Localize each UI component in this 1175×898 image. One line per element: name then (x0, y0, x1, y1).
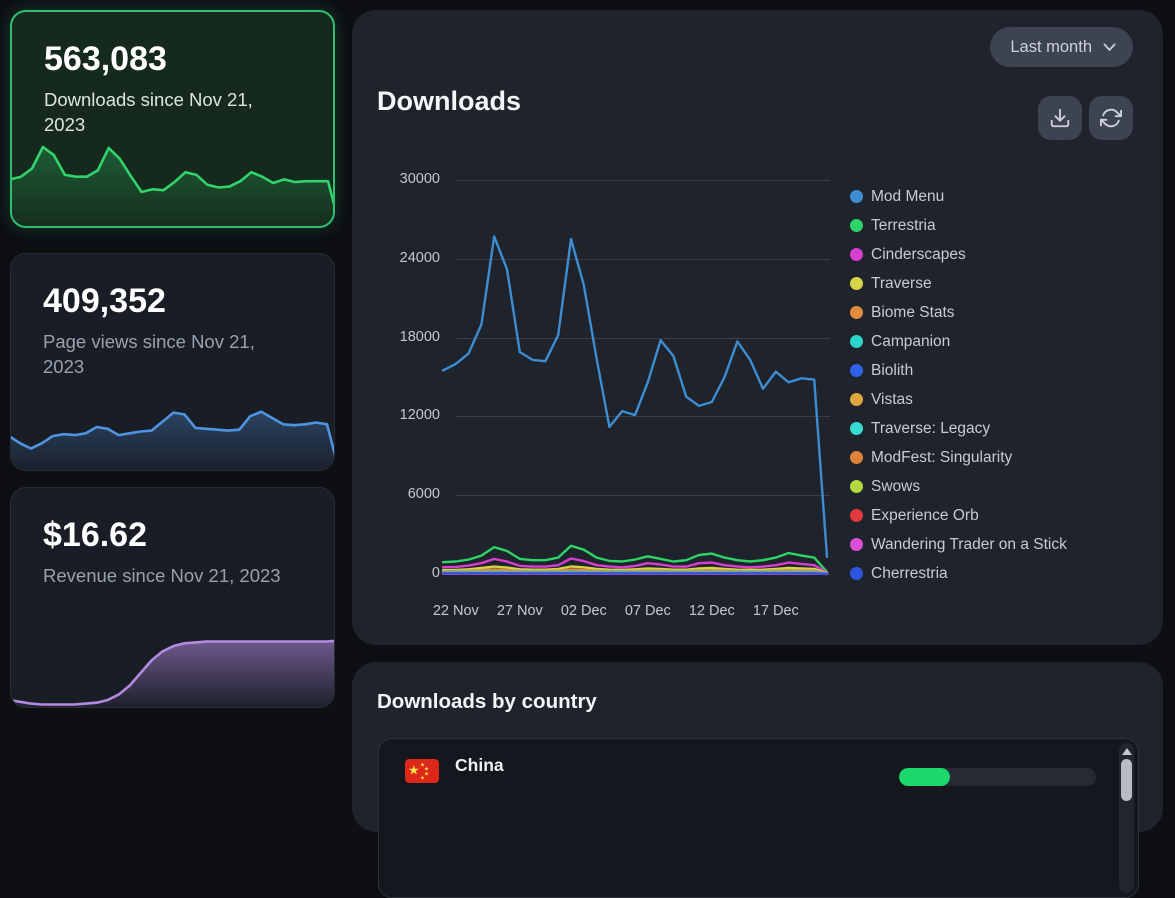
legend-dot-icon (850, 538, 863, 551)
legend-item[interactable]: Cinderscapes (850, 240, 1067, 269)
legend-label: Experience Orb (871, 507, 979, 525)
chart-legend: Mod Menu Terrestria Cinderscapes Traverse Bi… (850, 182, 1067, 588)
legend-item[interactable]: ModFest: Singularity (850, 443, 1067, 472)
svg-text:★: ★ (420, 775, 425, 782)
stat-card-revenue[interactable]: $16.62 Revenue since Nov 21, 2023 (10, 487, 335, 708)
series-line (443, 237, 827, 557)
page-views-total-label: Page views since Nov 21, 2023 (43, 329, 300, 379)
up-arrow-icon[interactable] (1122, 748, 1132, 755)
legend-dot-icon (850, 277, 863, 290)
y-axis-label: 24000 (366, 250, 440, 266)
legend-dot-icon (850, 422, 863, 435)
scrollbar[interactable] (1119, 743, 1134, 893)
series-line (443, 573, 827, 574)
legend-label: Terrestria (871, 217, 936, 235)
legend-label: Mod Menu (871, 188, 944, 206)
page-views-total: 409,352 (43, 282, 334, 321)
downloads-total-label: Downloads since Nov 21, 2023 (44, 87, 299, 137)
chevron-down-icon (1103, 43, 1116, 52)
country-panel: Downloads by country ★ ★ ★ ★ ★ China (352, 662, 1163, 832)
y-axis-label: 30000 (366, 171, 440, 187)
revenue-total: $16.62 (43, 516, 334, 555)
x-axis-label: 12 Dec (689, 603, 735, 619)
legend-item[interactable]: Experience Orb (850, 501, 1067, 530)
country-progress-fill (899, 768, 950, 786)
page-views-sparkline (10, 382, 335, 471)
legend-item[interactable]: Vistas (850, 385, 1067, 414)
x-axis-label: 22 Nov (433, 603, 479, 619)
legend-label: Cinderscapes (871, 246, 966, 264)
legend-dot-icon (850, 364, 863, 377)
country-panel-title: Downloads by country (377, 690, 597, 714)
x-axis-label: 27 Nov (497, 603, 543, 619)
stat-card-downloads[interactable]: 563,083 Downloads since Nov 21, 2023 (10, 10, 335, 228)
country-progress-track (899, 768, 1096, 786)
legend-label: Vistas (871, 391, 913, 409)
legend-dot-icon (850, 509, 863, 522)
legend-dot-icon (850, 335, 863, 348)
scrollbar-thumb[interactable] (1121, 759, 1132, 801)
legend-item[interactable]: Cherrestria (850, 559, 1067, 588)
date-range-select[interactable]: Last month (990, 27, 1133, 67)
x-axis-label: 17 Dec (753, 603, 799, 619)
svg-text:★: ★ (408, 763, 420, 778)
downloads-total: 563,083 (44, 40, 333, 79)
legend-item[interactable]: Swows (850, 472, 1067, 501)
legend-item[interactable]: Wandering Trader on a Stick (850, 530, 1067, 559)
country-row: ★ ★ ★ ★ ★ China (379, 739, 1138, 823)
legend-label: Biome Stats (871, 304, 955, 322)
legend-dot-icon (850, 393, 863, 406)
legend-dot-icon (850, 567, 863, 580)
legend-dot-icon (850, 480, 863, 493)
china-flag-icon: ★ ★ ★ ★ ★ (405, 759, 439, 783)
y-axis-label: 12000 (366, 407, 440, 423)
country-list: ★ ★ ★ ★ ★ China (378, 738, 1139, 898)
refresh-button[interactable] (1089, 96, 1133, 140)
legend-item[interactable]: Mod Menu (850, 182, 1067, 211)
stat-card-page-views[interactable]: 409,352 Page views since Nov 21, 2023 (10, 253, 335, 471)
legend-label: Traverse: Legacy (871, 420, 990, 438)
legend-dot-icon (850, 451, 863, 464)
legend-item[interactable]: Campanion (850, 327, 1067, 356)
legend-label: Wandering Trader on a Stick (871, 536, 1067, 554)
panel-title: Downloads (377, 86, 521, 117)
revenue-sparkline (10, 619, 335, 708)
x-axis-label: 02 Dec (561, 603, 607, 619)
legend-item[interactable]: Biolith (850, 356, 1067, 385)
analytics-page: 563,083 Downloads since Nov 21, 2023 409… (0, 0, 1175, 774)
country-name: China (455, 755, 504, 776)
legend-item[interactable]: Traverse (850, 269, 1067, 298)
download-icon (1049, 107, 1071, 129)
y-axis-label: 6000 (366, 486, 440, 502)
downloads-panel: Last month Downloads 30000 24000 18000 1200… (352, 10, 1163, 645)
date-range-label: Last month (1010, 38, 1092, 57)
legend-dot-icon (850, 306, 863, 319)
legend-label: Traverse (871, 275, 932, 293)
legend-label: Cherrestria (871, 565, 948, 583)
legend-item[interactable]: Biome Stats (850, 298, 1067, 327)
downloads-chart (443, 180, 827, 574)
legend-dot-icon (850, 219, 863, 232)
legend-item[interactable]: Terrestria (850, 211, 1067, 240)
legend-dot-icon (850, 248, 863, 261)
refresh-icon (1100, 107, 1122, 129)
revenue-total-label: Revenue since Nov 21, 2023 (43, 563, 300, 588)
legend-label: Swows (871, 478, 920, 496)
export-button[interactable] (1038, 96, 1082, 140)
legend-label: Biolith (871, 362, 913, 380)
legend-label: Campanion (871, 333, 950, 351)
legend-item[interactable]: Traverse: Legacy (850, 414, 1067, 443)
y-axis-label: 18000 (366, 329, 440, 345)
legend-dot-icon (850, 190, 863, 203)
legend-label: ModFest: Singularity (871, 449, 1012, 467)
y-axis-label: 0 (366, 565, 440, 581)
x-axis-label: 07 Dec (625, 603, 671, 619)
downloads-sparkline (10, 138, 335, 228)
